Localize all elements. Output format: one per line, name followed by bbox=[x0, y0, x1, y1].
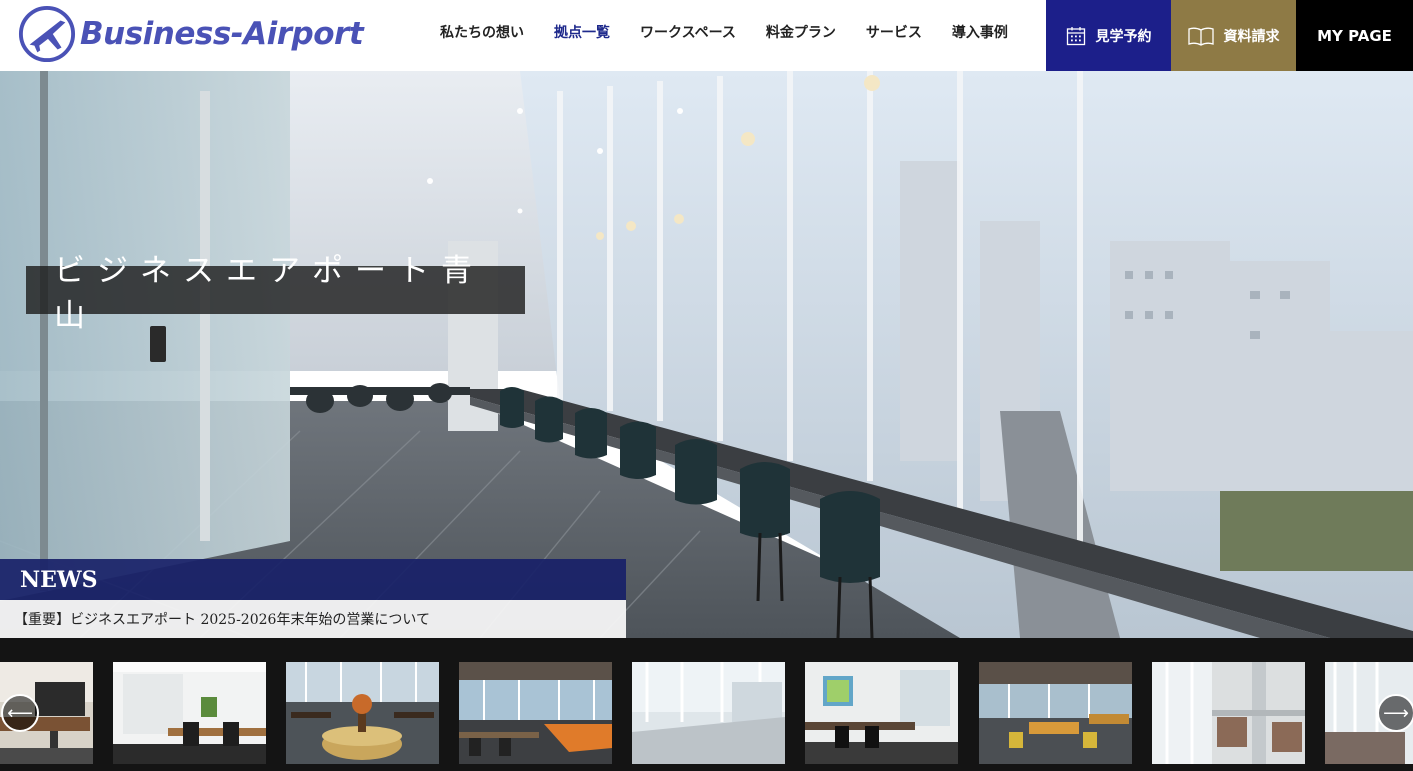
my-page-button[interactable]: MY PAGE bbox=[1296, 0, 1413, 71]
request-documents-label: 資料請求 bbox=[1223, 28, 1280, 45]
logo[interactable]: Business-Airport bbox=[18, 4, 364, 64]
nav-item-locations[interactable]: 拠点一覧 bbox=[554, 22, 610, 42]
main-nav: 私たちの想い 拠点一覧 ワークスペース 料金プラン サービス 導入事例 bbox=[440, 0, 1038, 64]
logo-text: Business-Airport bbox=[80, 16, 364, 52]
hero-image bbox=[0, 71, 1413, 638]
thumbnail-lounge-sofa[interactable] bbox=[286, 662, 439, 764]
visit-reservation-button[interactable]: 見学予約 bbox=[1046, 0, 1171, 71]
nav-item-services[interactable]: サービス bbox=[866, 22, 922, 42]
thumbnail-carousel: ⟵ ⟶ bbox=[0, 638, 1413, 771]
thumbnail-booth-seating[interactable] bbox=[1152, 662, 1305, 764]
nav-item-workspace[interactable]: ワークスペース bbox=[640, 22, 736, 42]
open-book-icon bbox=[1187, 26, 1214, 46]
news-headline-link[interactable]: 【重要】ビジネスエアポート 2025-2026年末年始の営業について bbox=[0, 600, 626, 638]
news-panel: NEWS 【重要】ビジネスエアポート 2025-2026年末年始の営業について bbox=[0, 559, 626, 638]
my-page-label: MY PAGE bbox=[1317, 26, 1392, 45]
thumbnail-lounge-tables[interactable] bbox=[979, 662, 1132, 764]
carousel-next-button[interactable]: ⟶ bbox=[1377, 694, 1413, 732]
nav-item-case-studies[interactable]: 導入事例 bbox=[952, 22, 1008, 42]
thumbnail-private-room[interactable] bbox=[113, 662, 266, 764]
thumbnail-window-counter[interactable] bbox=[459, 662, 612, 764]
request-documents-button[interactable]: 資料請求 bbox=[1171, 0, 1296, 71]
hero-location-title: ビジネスエアポート青山 bbox=[26, 253, 525, 334]
nav-item-philosophy[interactable]: 私たちの想い bbox=[440, 22, 524, 42]
airplane-logo-icon bbox=[18, 5, 76, 63]
thumbnail-bright-window[interactable] bbox=[632, 662, 785, 764]
carousel-prev-button[interactable]: ⟵ bbox=[1, 694, 39, 732]
site-header: Business-Airport 私たちの想い 拠点一覧 ワークスペース 料金プ… bbox=[0, 0, 1413, 71]
arrow-left-icon: ⟵ bbox=[7, 702, 33, 724]
nav-item-pricing[interactable]: 料金プラン bbox=[766, 22, 836, 42]
hero-slider: ビジネスエアポート青山 NEWS 【重要】ビジネスエアポート 2025-2026… bbox=[0, 71, 1413, 638]
arrow-right-icon: ⟶ bbox=[1383, 702, 1409, 724]
news-heading: NEWS bbox=[0, 559, 626, 600]
thumbnail-office-painting[interactable] bbox=[805, 662, 958, 764]
visit-reservation-label: 見学予約 bbox=[1095, 28, 1152, 45]
calendar-icon bbox=[1066, 26, 1086, 46]
